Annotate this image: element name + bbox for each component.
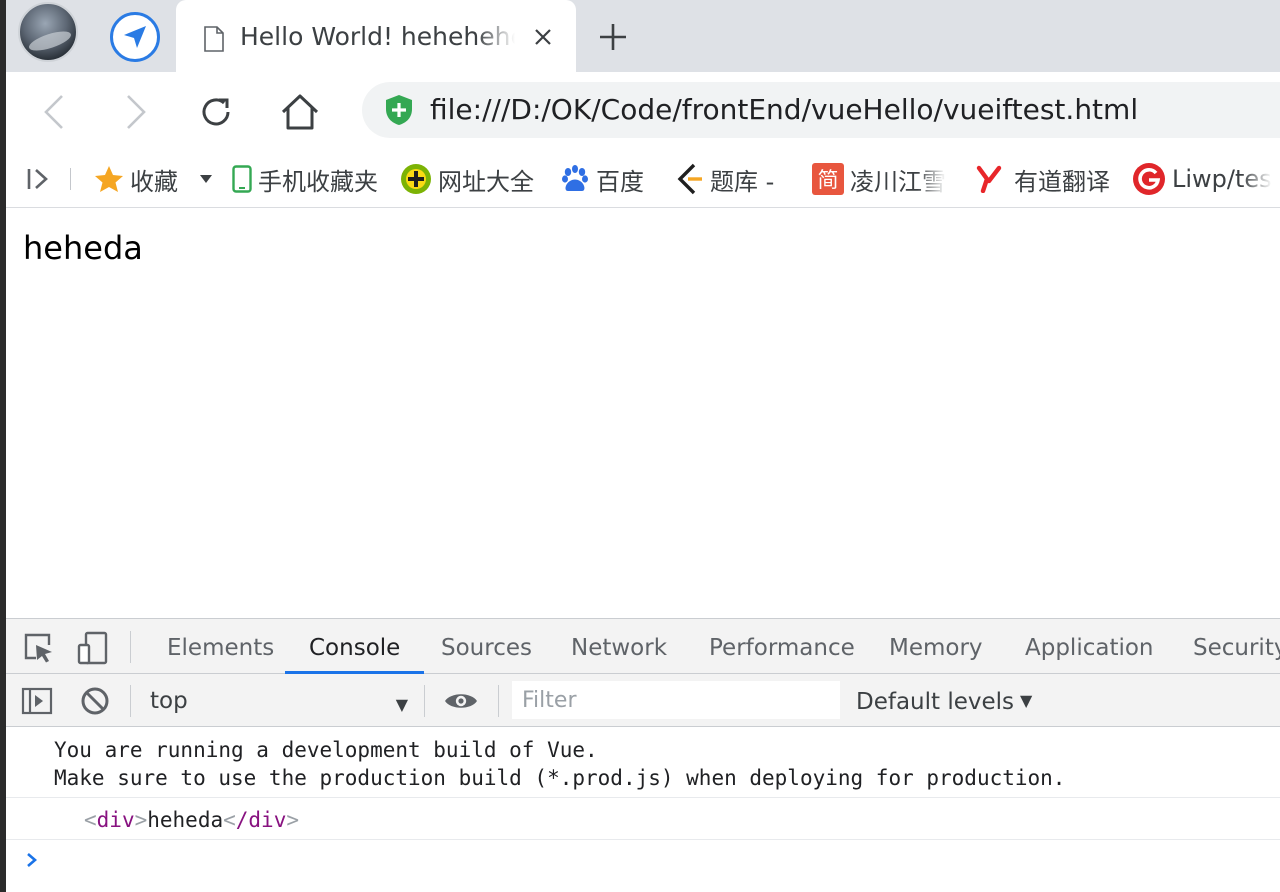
reload-icon[interactable] xyxy=(194,90,238,134)
address-bar[interactable]: file:///D:/OK/Code/frontEnd/vueHello/vue… xyxy=(362,82,1280,138)
baidu-paw-icon xyxy=(560,164,590,194)
console-log-element[interactable]: <div>heheda</div> xyxy=(6,798,1280,840)
console-toolbar: top ▼ Default levels▼ xyxy=(6,674,1280,727)
eye-icon[interactable] xyxy=(444,684,478,718)
tab-strip: Hello World! hehehehehe xyxy=(6,0,1280,72)
user-avatar[interactable] xyxy=(18,2,78,62)
show-sidebar-icon[interactable] xyxy=(20,684,54,718)
browser-toolbar: file:///D:/OK/Code/frontEnd/vueHello/vue… xyxy=(6,72,1280,150)
youdao-icon xyxy=(976,165,1002,193)
console-messages: You are running a development build of V… xyxy=(6,727,1280,892)
bookmark-baidu[interactable]: 百度 xyxy=(560,162,644,196)
dropdown-arrow-icon: ▼ xyxy=(395,695,408,714)
back-arrow-icon[interactable] xyxy=(32,90,76,134)
address-url: file:///D:/OK/Code/frontEnd/vueHello/vue… xyxy=(430,93,1139,126)
bookmark-youdao[interactable]: 有道翻译 xyxy=(976,162,1110,196)
new-tab-plus-icon[interactable] xyxy=(594,18,632,56)
page-icon xyxy=(204,26,224,56)
console-message: You are running a development build of V… xyxy=(6,727,1280,798)
tab-performance[interactable]: Performance xyxy=(709,619,855,674)
inspect-element-icon[interactable] xyxy=(22,631,56,665)
tab-console[interactable]: Console xyxy=(284,619,425,674)
devtools-separator xyxy=(130,631,131,663)
bookmark-lingchuan[interactable]: 简 凌川江雪 xyxy=(812,162,946,196)
phone-icon xyxy=(232,165,252,193)
bookmark-site-directory[interactable]: 网址大全 xyxy=(400,162,534,196)
security-shield-icon[interactable] xyxy=(384,94,414,130)
tab-network[interactable]: Network xyxy=(571,619,667,674)
question-bank-icon xyxy=(674,163,704,195)
device-toolbar-icon[interactable] xyxy=(76,631,110,665)
site-directory-icon xyxy=(400,163,432,195)
bookmark-gitee[interactable]: Liwp/tes xyxy=(1132,162,1272,196)
bookmarks-bar: 收藏 手机收藏夹 网址大全 百度 题库 - 简 凌川江雪 有道翻译 Liwp/t… xyxy=(6,150,1280,208)
bookmark-favorites[interactable]: 收藏 xyxy=(94,162,218,196)
console-filter-input[interactable] xyxy=(512,681,840,719)
devtools-panel: Elements Console Sources Network Perform… xyxy=(6,618,1280,892)
navigation-arrow-icon[interactable] xyxy=(110,12,160,62)
console-prompt-chevron-icon[interactable] xyxy=(20,848,44,872)
browser-tab[interactable]: Hello World! hehehehehe xyxy=(176,0,576,72)
page-viewport: heheda xyxy=(6,208,1280,618)
context-selector[interactable]: top ▼ xyxy=(150,684,414,718)
gitee-icon xyxy=(1132,162,1166,196)
chevron-down-icon[interactable] xyxy=(200,175,212,183)
page-content-text: heheda xyxy=(23,229,143,267)
star-icon xyxy=(94,165,124,193)
console-separator-2 xyxy=(424,685,425,717)
bookmark-mobile[interactable]: 手机收藏夹 xyxy=(232,162,378,196)
devtools-tab-bar: Elements Console Sources Network Perform… xyxy=(6,619,1280,674)
forward-arrow-icon[interactable] xyxy=(114,90,158,134)
clear-console-icon[interactable] xyxy=(78,684,112,718)
dropdown-arrow-icon: ▼ xyxy=(1020,691,1033,710)
log-levels-dropdown[interactable]: Default levels ▼ xyxy=(856,684,1032,719)
sidebar-toggle-icon[interactable] xyxy=(26,162,52,196)
jian-icon: 简 xyxy=(812,163,844,195)
bookmarks-separator xyxy=(70,168,71,190)
console-separator-3 xyxy=(498,685,499,717)
bookmark-question-bank[interactable]: 题库 - xyxy=(674,162,774,196)
home-icon[interactable] xyxy=(278,90,322,134)
tab-title: Hello World! hehehehehe xyxy=(240,22,515,51)
tab-security[interactable]: Security xyxy=(1193,619,1280,674)
tab-elements[interactable]: Elements xyxy=(167,619,274,674)
window-left-edge xyxy=(0,0,6,892)
tab-sources[interactable]: Sources xyxy=(441,619,532,674)
tab-application[interactable]: Application xyxy=(1025,619,1154,674)
tab-memory[interactable]: Memory xyxy=(889,619,983,674)
close-tab-icon[interactable] xyxy=(528,22,558,52)
console-separator xyxy=(130,685,131,717)
